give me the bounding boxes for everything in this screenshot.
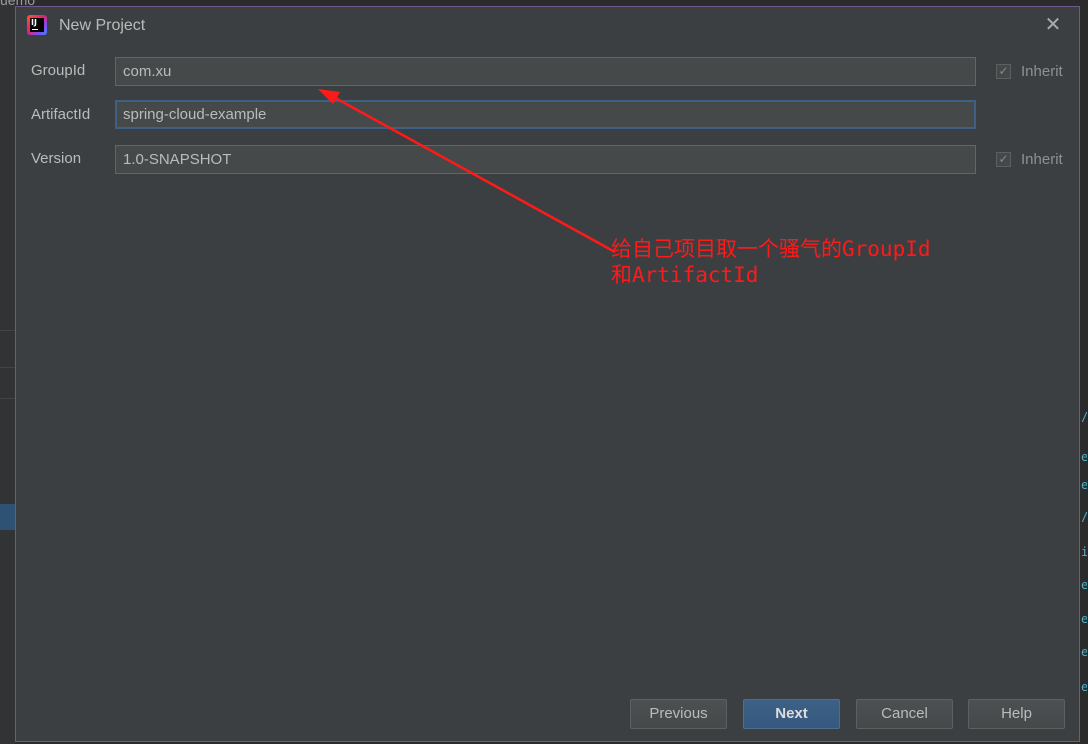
annotation-line-1: 给自己项目取一个骚气的GroupId	[611, 237, 931, 261]
annotation-text: 给自己项目取一个骚气的GroupId 和ArtifactId	[611, 236, 931, 288]
annotation-arrow	[318, 89, 616, 254]
annotation-line-2: 和ArtifactId	[611, 263, 759, 287]
